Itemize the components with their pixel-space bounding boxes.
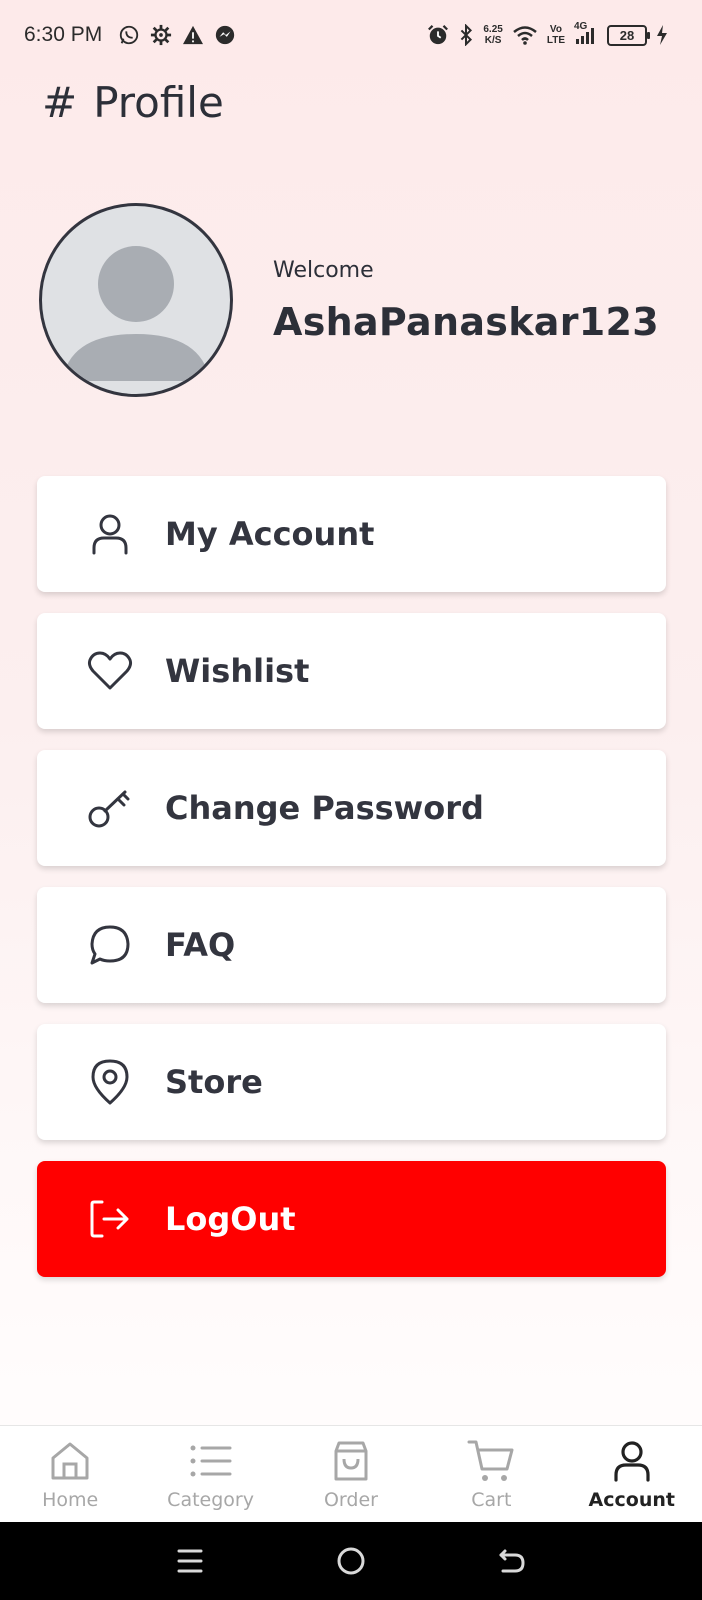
volte-indicator: Vo LTE <box>547 24 565 46</box>
messenger-icon <box>214 24 236 46</box>
volte-top: Vo <box>549 24 562 35</box>
nav-label: Order <box>323 1489 378 1511</box>
nav-label: Account <box>588 1489 675 1511</box>
home-icon <box>46 1437 94 1485</box>
status-bar: 6:30 PM 6.25 K/S Vo LTE 4G 28 <box>0 0 702 70</box>
menu-item-change-password[interactable]: Change Password <box>37 750 666 866</box>
avatar-placeholder-icon <box>62 246 210 381</box>
username: AshaPanaskar123 <box>273 300 659 344</box>
volte-bottom: LTE <box>546 35 565 46</box>
shopping-bag-icon <box>327 1437 375 1485</box>
menu-item-label: Change Password <box>165 789 484 827</box>
heart-icon <box>87 648 133 694</box>
home-circle-icon[interactable] <box>331 1541 371 1581</box>
logout-button[interactable]: LogOut <box>37 1161 666 1277</box>
menu-item-label: My Account <box>165 515 375 553</box>
nav-label: Cart <box>471 1489 512 1511</box>
nav-category[interactable]: Category <box>141 1437 281 1511</box>
logout-label: LogOut <box>165 1200 296 1238</box>
menu-item-faq[interactable]: FAQ <box>37 887 666 1003</box>
logout-icon <box>87 1196 133 1242</box>
cart-icon <box>467 1437 515 1485</box>
menu-item-label: Wishlist <box>165 652 310 690</box>
chat-bubble-icon <box>87 922 133 968</box>
menu-item-label: Store <box>165 1063 263 1101</box>
page-header: # Profile <box>42 78 224 127</box>
network-speed-unit: K/S <box>484 35 502 46</box>
bluetooth-icon <box>458 24 474 46</box>
hash-icon: # <box>42 78 78 127</box>
menu-item-store[interactable]: Store <box>37 1024 666 1140</box>
avatar[interactable] <box>39 203 233 397</box>
network-speed: 6.25 K/S <box>483 24 502 46</box>
nav-order[interactable]: Order <box>281 1437 421 1511</box>
menu-item-wishlist[interactable]: Wishlist <box>37 613 666 729</box>
status-time: 6:30 PM <box>24 23 103 46</box>
whatsapp-icon <box>118 24 140 46</box>
wifi-icon <box>512 25 538 45</box>
profile-menu: My Account Wishlist Change Password FAQ … <box>37 476 666 1298</box>
welcome-label: Welcome <box>273 258 374 283</box>
list-icon <box>187 1437 235 1485</box>
network-type: 4G <box>574 21 588 32</box>
nav-home[interactable]: Home <box>0 1437 140 1511</box>
nav-cart[interactable]: Cart <box>421 1437 561 1511</box>
page-title: Profile <box>93 78 224 127</box>
settings-gear-icon <box>150 24 172 46</box>
key-icon <box>87 785 133 831</box>
battery-indicator: 28 <box>607 24 650 46</box>
nav-account[interactable]: Account <box>562 1437 702 1511</box>
alarm-icon <box>427 24 449 46</box>
user-icon <box>87 511 133 557</box>
nav-label: Category <box>167 1489 254 1511</box>
signal-icon: 4G <box>574 21 598 45</box>
menu-item-my-account[interactable]: My Account <box>37 476 666 592</box>
charging-bolt-icon <box>656 25 668 45</box>
nav-label: Home <box>42 1489 99 1511</box>
location-pin-icon <box>87 1059 133 1105</box>
back-icon[interactable] <box>492 1541 532 1581</box>
warning-icon <box>182 25 204 45</box>
recent-apps-icon[interactable] <box>170 1541 210 1581</box>
status-left: 6:30 PM <box>24 23 236 47</box>
status-right: 6.25 K/S Vo LTE 4G 28 <box>427 21 668 46</box>
user-icon <box>608 1437 656 1485</box>
menu-item-label: FAQ <box>165 926 236 964</box>
system-nav-bar <box>0 1522 702 1600</box>
network-speed-value: 6.25 <box>483 24 503 35</box>
bottom-nav: Home Category Order Cart Account <box>0 1425 702 1522</box>
